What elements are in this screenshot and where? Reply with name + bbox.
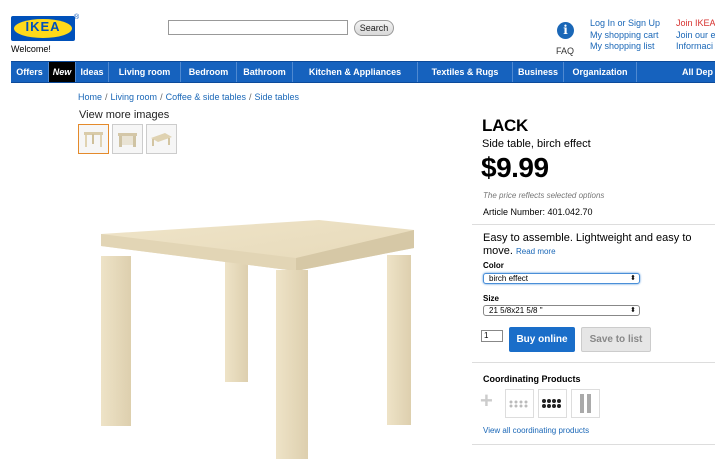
- product-price: $9.99: [481, 152, 549, 183]
- nav-textiles-rugs[interactable]: Textiles & Rugs: [418, 62, 513, 82]
- select-arrows-icon: ⬍: [630, 275, 636, 282]
- join-email-link[interactable]: Join our e: [676, 30, 715, 42]
- breadcrumb-separator: /: [105, 92, 108, 102]
- nav-organization[interactable]: Organization: [564, 62, 637, 82]
- breadcrumb: Home / Living room / Coffee & side tables / Si…: [78, 92, 299, 102]
- thumbnail-side[interactable]: [112, 124, 143, 154]
- coordinating-products-title: Coordinating Products: [483, 374, 581, 384]
- account-links: Log In or Sign Up My shopping cart My sh…: [590, 18, 660, 53]
- color-select-value: birch effect: [489, 274, 528, 283]
- price-note: The price reflects selected options: [483, 191, 605, 200]
- article-number: Article Number: 401.042.70: [483, 207, 593, 217]
- welcome-text: Welcome!: [11, 44, 51, 54]
- ikea-logo[interactable]: IKEA: [11, 16, 75, 41]
- select-arrows-icon: ⬍: [630, 307, 636, 314]
- divider: [472, 224, 715, 225]
- view-more-images-label: View more images: [79, 109, 170, 121]
- breadcrumb-separator: /: [248, 92, 252, 102]
- nav-new[interactable]: New: [49, 62, 76, 82]
- save-to-list-button[interactable]: Save to list: [581, 327, 651, 352]
- main-nav: Offers New Ideas Living room Bedroom Bat…: [11, 61, 715, 83]
- breadcrumb-home[interactable]: Home: [78, 92, 102, 102]
- join-ikea-link[interactable]: Join IKEA: [676, 18, 715, 30]
- info-icon[interactable]: i: [557, 22, 574, 39]
- shopping-cart-link[interactable]: My shopping cart: [590, 30, 660, 42]
- coordinating-product-brackets[interactable]: [571, 389, 600, 418]
- search-input[interactable]: [168, 20, 348, 35]
- product-description: Side table, birch effect: [482, 138, 591, 150]
- nav-ideas[interactable]: Ideas: [76, 62, 109, 82]
- thumbnail-front[interactable]: [78, 124, 109, 154]
- thumbnail-detail[interactable]: [146, 124, 177, 154]
- size-label: Size: [483, 294, 500, 303]
- coordinating-product-hardware[interactable]: [505, 389, 534, 418]
- nav-living-room[interactable]: Living room: [109, 62, 181, 82]
- coordinating-product-pads[interactable]: [538, 389, 567, 418]
- nav-business[interactable]: Business: [513, 62, 564, 82]
- breadcrumb-separator: /: [160, 92, 163, 102]
- size-select-value: 21 5/8x21 5/8 ": [489, 306, 543, 315]
- breadcrumb-living-room[interactable]: Living room: [111, 92, 158, 102]
- color-label: Color: [483, 261, 504, 270]
- nav-offers[interactable]: Offers: [11, 62, 49, 82]
- divider: [472, 444, 715, 445]
- product-name: LACK: [482, 116, 529, 135]
- nav-kitchen-appliances[interactable]: Kitchen & Appliances: [293, 62, 418, 82]
- faq-link[interactable]: FAQ: [556, 46, 574, 56]
- breadcrumb-side-tables[interactable]: Side tables: [254, 92, 299, 102]
- nav-bathroom[interactable]: Bathroom: [237, 62, 293, 82]
- product-image: [101, 220, 414, 459]
- view-all-coordinating-link[interactable]: View all coordinating products: [483, 426, 589, 435]
- search-button[interactable]: Search: [354, 20, 394, 36]
- shopping-list-link[interactable]: My shopping list: [590, 41, 660, 53]
- divider: [472, 362, 715, 363]
- nav-all-departments[interactable]: All Dep: [637, 62, 715, 82]
- size-select[interactable]: 21 5/8x21 5/8 " ⬍: [483, 305, 640, 316]
- buy-online-button[interactable]: Buy online: [509, 327, 575, 352]
- logo-registered-mark: ®: [74, 14, 80, 21]
- nav-bedroom[interactable]: Bedroom: [181, 62, 237, 82]
- information-link[interactable]: Informaci: [676, 41, 715, 53]
- plus-icon: +: [480, 388, 493, 413]
- summary-text: Easy to assemble. Lightweight and easy t…: [483, 232, 692, 257]
- quantity-input[interactable]: 1: [481, 330, 503, 342]
- thumbnail-strip: [78, 124, 177, 154]
- login-link[interactable]: Log In or Sign Up: [590, 18, 660, 30]
- join-links: Join IKEA Join our e Informaci: [676, 18, 715, 53]
- color-select[interactable]: birch effect ⬍: [483, 273, 640, 284]
- read-more-link[interactable]: Read more: [516, 247, 556, 256]
- breadcrumb-coffee-side-tables[interactable]: Coffee & side tables: [166, 92, 246, 102]
- product-summary: Easy to assemble. Lightweight and easy t…: [483, 232, 711, 258]
- logo-text: IKEA: [25, 19, 61, 34]
